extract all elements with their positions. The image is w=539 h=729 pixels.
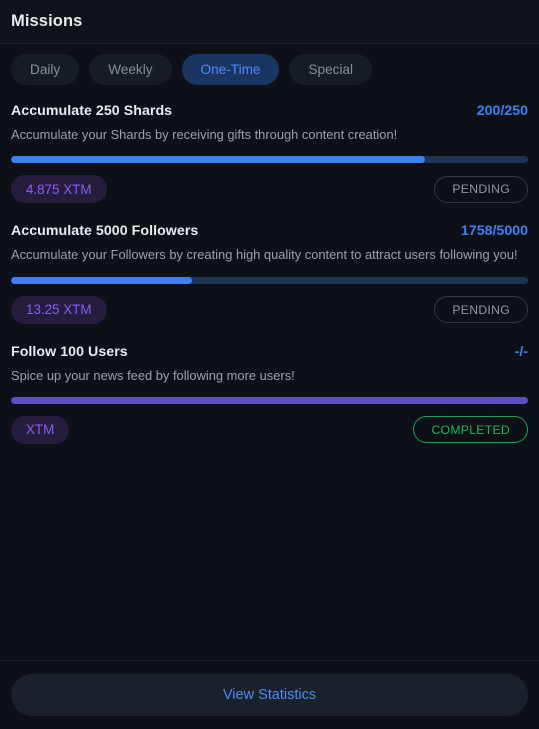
mission-progress-fill bbox=[11, 156, 425, 164]
mission-footer: 13.25 XTM PENDING bbox=[11, 295, 528, 324]
mission-card[interactable]: Accumulate 250 Shards 200/250 Accumulate y… bbox=[11, 94, 528, 214]
mission-reward-chip: 4.875 XTM bbox=[11, 175, 107, 204]
tab-daily[interactable]: Daily bbox=[11, 54, 80, 85]
mission-title: Accumulate 250 Shards bbox=[11, 103, 173, 119]
mission-footer: 4.875 XTM PENDING bbox=[11, 175, 528, 204]
mission-progress-counter: 1758/5000 bbox=[460, 223, 528, 240]
mission-description: Spice up your news feed by following mor… bbox=[11, 367, 295, 383]
tab-special[interactable]: Special bbox=[289, 54, 373, 85]
mission-footer: XTM COMPLETED bbox=[11, 415, 528, 444]
footer-bar: View Statistics bbox=[0, 660, 539, 729]
mission-title: Follow 100 Users bbox=[11, 343, 128, 360]
mission-progress-fill bbox=[11, 276, 192, 284]
mission-list: Accumulate 250 Shards 200/250 Accumulate y… bbox=[0, 94, 539, 660]
mission-header: Accumulate 250 Shards 200/250 bbox=[11, 103, 528, 119]
mission-card[interactable]: Follow 100 Users -/- Spice up your news fe… bbox=[11, 335, 528, 455]
page-title: Missions bbox=[11, 12, 83, 30]
mission-progress-bar bbox=[11, 396, 528, 404]
mission-progress-fill bbox=[11, 396, 528, 404]
mission-status-badge[interactable]: PENDING bbox=[434, 175, 528, 203]
mission-progress-bar bbox=[11, 156, 528, 164]
mission-title: Accumulate 5000 Followers bbox=[11, 223, 199, 240]
tab-weekly[interactable]: Weekly bbox=[89, 54, 172, 85]
mission-status-badge[interactable]: PENDING bbox=[434, 296, 528, 324]
mission-category-tabs: Daily Weekly One-Time Special bbox=[0, 44, 539, 94]
missions-screen: Missions Daily Weekly One-Time Special Accu… bbox=[0, 0, 539, 729]
mission-header: Follow 100 Users -/- bbox=[11, 344, 528, 360]
mission-header: Accumulate 5000 Followers 1758/5000 bbox=[11, 223, 528, 239]
mission-reward-chip: XTM bbox=[11, 415, 70, 444]
mission-progress-bar bbox=[11, 276, 528, 284]
mission-card[interactable]: Accumulate 5000 Followers 1758/5000 Accumu… bbox=[11, 214, 528, 334]
mission-status-badge: COMPLETED bbox=[413, 416, 528, 444]
mission-description: Accumulate your Followers by creating hi… bbox=[11, 247, 518, 263]
mission-progress-counter: 200/250 bbox=[476, 103, 528, 119]
mission-progress-counter: -/- bbox=[514, 343, 528, 360]
view-statistics-button[interactable]: View Statistics bbox=[11, 674, 528, 716]
header-bar: Missions bbox=[0, 0, 539, 44]
mission-reward-chip: 13.25 XTM bbox=[11, 295, 107, 324]
tab-one-time[interactable]: One-Time bbox=[181, 54, 280, 85]
mission-description: Accumulate your Shards by receiving gift… bbox=[11, 127, 398, 142]
